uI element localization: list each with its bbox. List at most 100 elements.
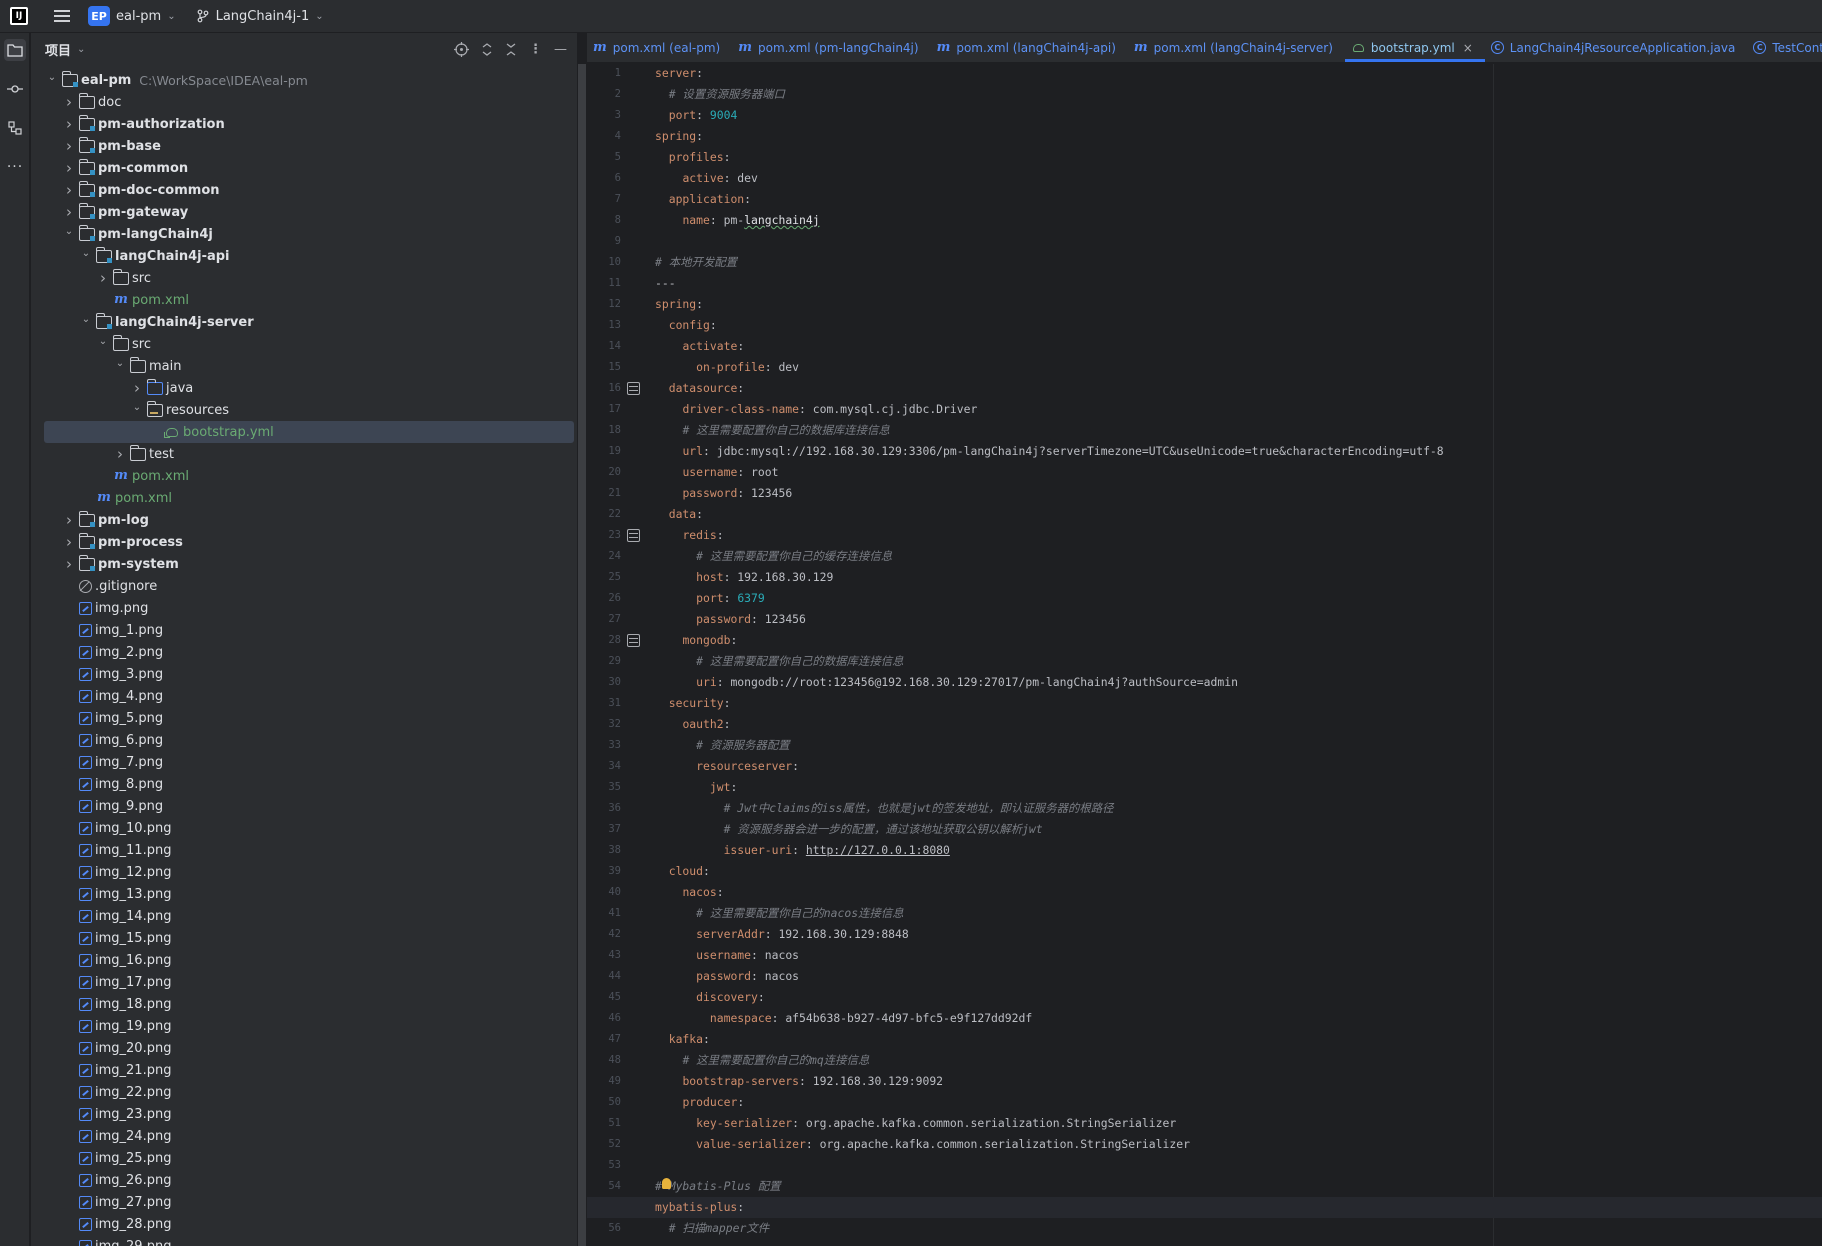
chevron-down-icon[interactable]: ⌄: [61, 226, 77, 237]
chevron-right-icon[interactable]: ›: [61, 115, 77, 133]
editor-tab[interactable]: C TestController.java: [1747, 33, 1822, 62]
tree-item[interactable]: ⌄ main: [31, 355, 577, 377]
locate-file-icon[interactable]: [454, 41, 469, 57]
datasource-gutter-icon[interactable]: [627, 529, 640, 542]
tree-item[interactable]: › pm-base: [31, 135, 577, 157]
intellij-logo-icon[interactable]: IJ: [10, 7, 28, 25]
tree-item[interactable]: › pm-authorization: [31, 113, 577, 135]
tree-item[interactable]: › pm-process: [31, 531, 577, 553]
chevron-right-icon[interactable]: ›: [61, 93, 77, 111]
tree-item[interactable]: img_24.png: [31, 1125, 577, 1147]
tree-item[interactable]: img_17.png: [31, 971, 577, 993]
chevron-right-icon[interactable]: ›: [61, 159, 77, 177]
tree-item[interactable]: img_7.png: [31, 751, 577, 773]
tree-item[interactable]: img_29.png: [31, 1235, 577, 1246]
chevron-right-icon[interactable]: ›: [95, 269, 111, 287]
collapse-all-icon[interactable]: [505, 42, 517, 57]
project-switcher[interactable]: EP eal-pm ⌄: [88, 6, 176, 26]
tree-item[interactable]: ⌄ eal-pm C:\WorkSpace\IDEA\eal-pm: [31, 69, 577, 91]
project-panel-scrollbar[interactable]: [578, 64, 586, 1246]
editor-tab[interactable]: m pom.xml (langChain4j-api): [931, 33, 1128, 62]
tree-item[interactable]: .gitignore: [31, 575, 577, 597]
tree-item[interactable]: img_19.png: [31, 1015, 577, 1037]
tree-item[interactable]: img.png: [31, 597, 577, 619]
editor-tab[interactable]: m pom.xml (langChain4j-server): [1128, 33, 1345, 62]
tree-item[interactable]: img_12.png: [31, 861, 577, 883]
tree-item[interactable]: › pm-gateway: [31, 201, 577, 223]
tree-item[interactable]: img_14.png: [31, 905, 577, 927]
tree-item[interactable]: img_9.png: [31, 795, 577, 817]
tree-item[interactable]: img_11.png: [31, 839, 577, 861]
editor-tab[interactable]: bootstrap.yml ×: [1344, 33, 1485, 62]
more-tools-button[interactable]: ···: [4, 156, 26, 178]
tree-item[interactable]: img_25.png: [31, 1147, 577, 1169]
chevron-right-icon[interactable]: ›: [61, 203, 77, 221]
project-panel-title[interactable]: 项目: [45, 40, 71, 59]
tree-item[interactable]: m pom.xml: [31, 465, 577, 487]
tree-item[interactable]: img_10.png: [31, 817, 577, 839]
tree-item[interactable]: img_1.png: [31, 619, 577, 641]
chevron-down-icon[interactable]: ⌄: [129, 402, 145, 413]
structure-tool-button[interactable]: [4, 117, 26, 139]
chevron-right-icon[interactable]: ›: [112, 445, 128, 463]
tree-item[interactable]: › test: [31, 443, 577, 465]
datasource-gutter-icon[interactable]: [627, 382, 640, 395]
tree-item[interactable]: img_4.png: [31, 685, 577, 707]
project-tool-button[interactable]: [4, 39, 26, 61]
tree-item[interactable]: ⌄ langChain4j-server: [31, 311, 577, 333]
tree-item[interactable]: img_6.png: [31, 729, 577, 751]
close-tab-icon[interactable]: ×: [1463, 41, 1473, 55]
editor-tab[interactable]: m pom.xml (eal-pm): [587, 33, 732, 62]
commit-tool-button[interactable]: [4, 78, 26, 100]
tree-item[interactable]: img_15.png: [31, 927, 577, 949]
tree-item[interactable]: img_22.png: [31, 1081, 577, 1103]
tree-item[interactable]: img_20.png: [31, 1037, 577, 1059]
tree-item[interactable]: img_27.png: [31, 1191, 577, 1213]
tree-item[interactable]: ⌄ resources: [31, 399, 577, 421]
tree-item[interactable]: img_2.png: [31, 641, 577, 663]
tree-item[interactable]: › java: [31, 377, 577, 399]
tree-item[interactable]: bootstrap.yml: [44, 421, 574, 443]
chevron-right-icon[interactable]: ›: [61, 181, 77, 199]
chevron-right-icon[interactable]: ›: [61, 511, 77, 529]
expand-all-icon[interactable]: [481, 42, 493, 57]
chevron-right-icon[interactable]: ›: [61, 137, 77, 155]
tree-item[interactable]: › pm-common: [31, 157, 577, 179]
tree-item[interactable]: ⌄ pm-langChain4j: [31, 223, 577, 245]
chevron-down-icon[interactable]: ⌄: [77, 44, 85, 55]
tree-item[interactable]: img_13.png: [31, 883, 577, 905]
chevron-down-icon[interactable]: ⌄: [112, 358, 128, 369]
chevron-down-icon[interactable]: ⌄: [78, 314, 94, 325]
tree-item[interactable]: m pom.xml: [31, 289, 577, 311]
tree-item[interactable]: › pm-log: [31, 509, 577, 531]
tree-item[interactable]: › src: [31, 267, 577, 289]
vcs-branch-switcher[interactable]: LangChain4j-1 ⌄: [196, 9, 324, 24]
tree-item[interactable]: › pm-doc-common: [31, 179, 577, 201]
tree-item[interactable]: img_23.png: [31, 1103, 577, 1125]
chevron-right-icon[interactable]: ›: [129, 379, 145, 397]
chevron-down-icon[interactable]: ⌄: [44, 72, 60, 83]
tree-item[interactable]: img_26.png: [31, 1169, 577, 1191]
tree-item[interactable]: img_8.png: [31, 773, 577, 795]
chevron-right-icon[interactable]: ›: [61, 533, 77, 551]
tree-item[interactable]: ⌄ langChain4j-api: [31, 245, 577, 267]
editor-tab[interactable]: C LangChain4jResourceApplication.java: [1485, 33, 1748, 62]
tree-item[interactable]: img_28.png: [31, 1213, 577, 1235]
code-editor[interactable]: 1 2 3 4 5 6 7 8 9 10 11 12 13 14 15 16 17 18 19 20 21 22 23 24 2…: [587, 64, 1822, 1246]
hide-panel-icon[interactable]: —: [554, 42, 567, 57]
main-menu-icon[interactable]: [54, 10, 70, 22]
tree-item[interactable]: › pm-system: [31, 553, 577, 575]
tree-item[interactable]: img_18.png: [31, 993, 577, 1015]
options-kebab-icon[interactable]: ⋮: [529, 42, 542, 57]
tree-item[interactable]: img_5.png: [31, 707, 577, 729]
tree-item[interactable]: m pom.xml: [31, 487, 577, 509]
tree-item[interactable]: ⌄ src: [31, 333, 577, 355]
chevron-right-icon[interactable]: ›: [61, 555, 77, 573]
intention-bulb-icon[interactable]: [662, 1178, 671, 1189]
tree-item[interactable]: img_3.png: [31, 663, 577, 685]
chevron-down-icon[interactable]: ⌄: [95, 336, 111, 347]
tree-item[interactable]: › doc: [31, 91, 577, 113]
tree-item[interactable]: img_16.png: [31, 949, 577, 971]
editor-tab[interactable]: m pom.xml (pm-langChain4j): [732, 33, 930, 62]
tree-item[interactable]: img_21.png: [31, 1059, 577, 1081]
